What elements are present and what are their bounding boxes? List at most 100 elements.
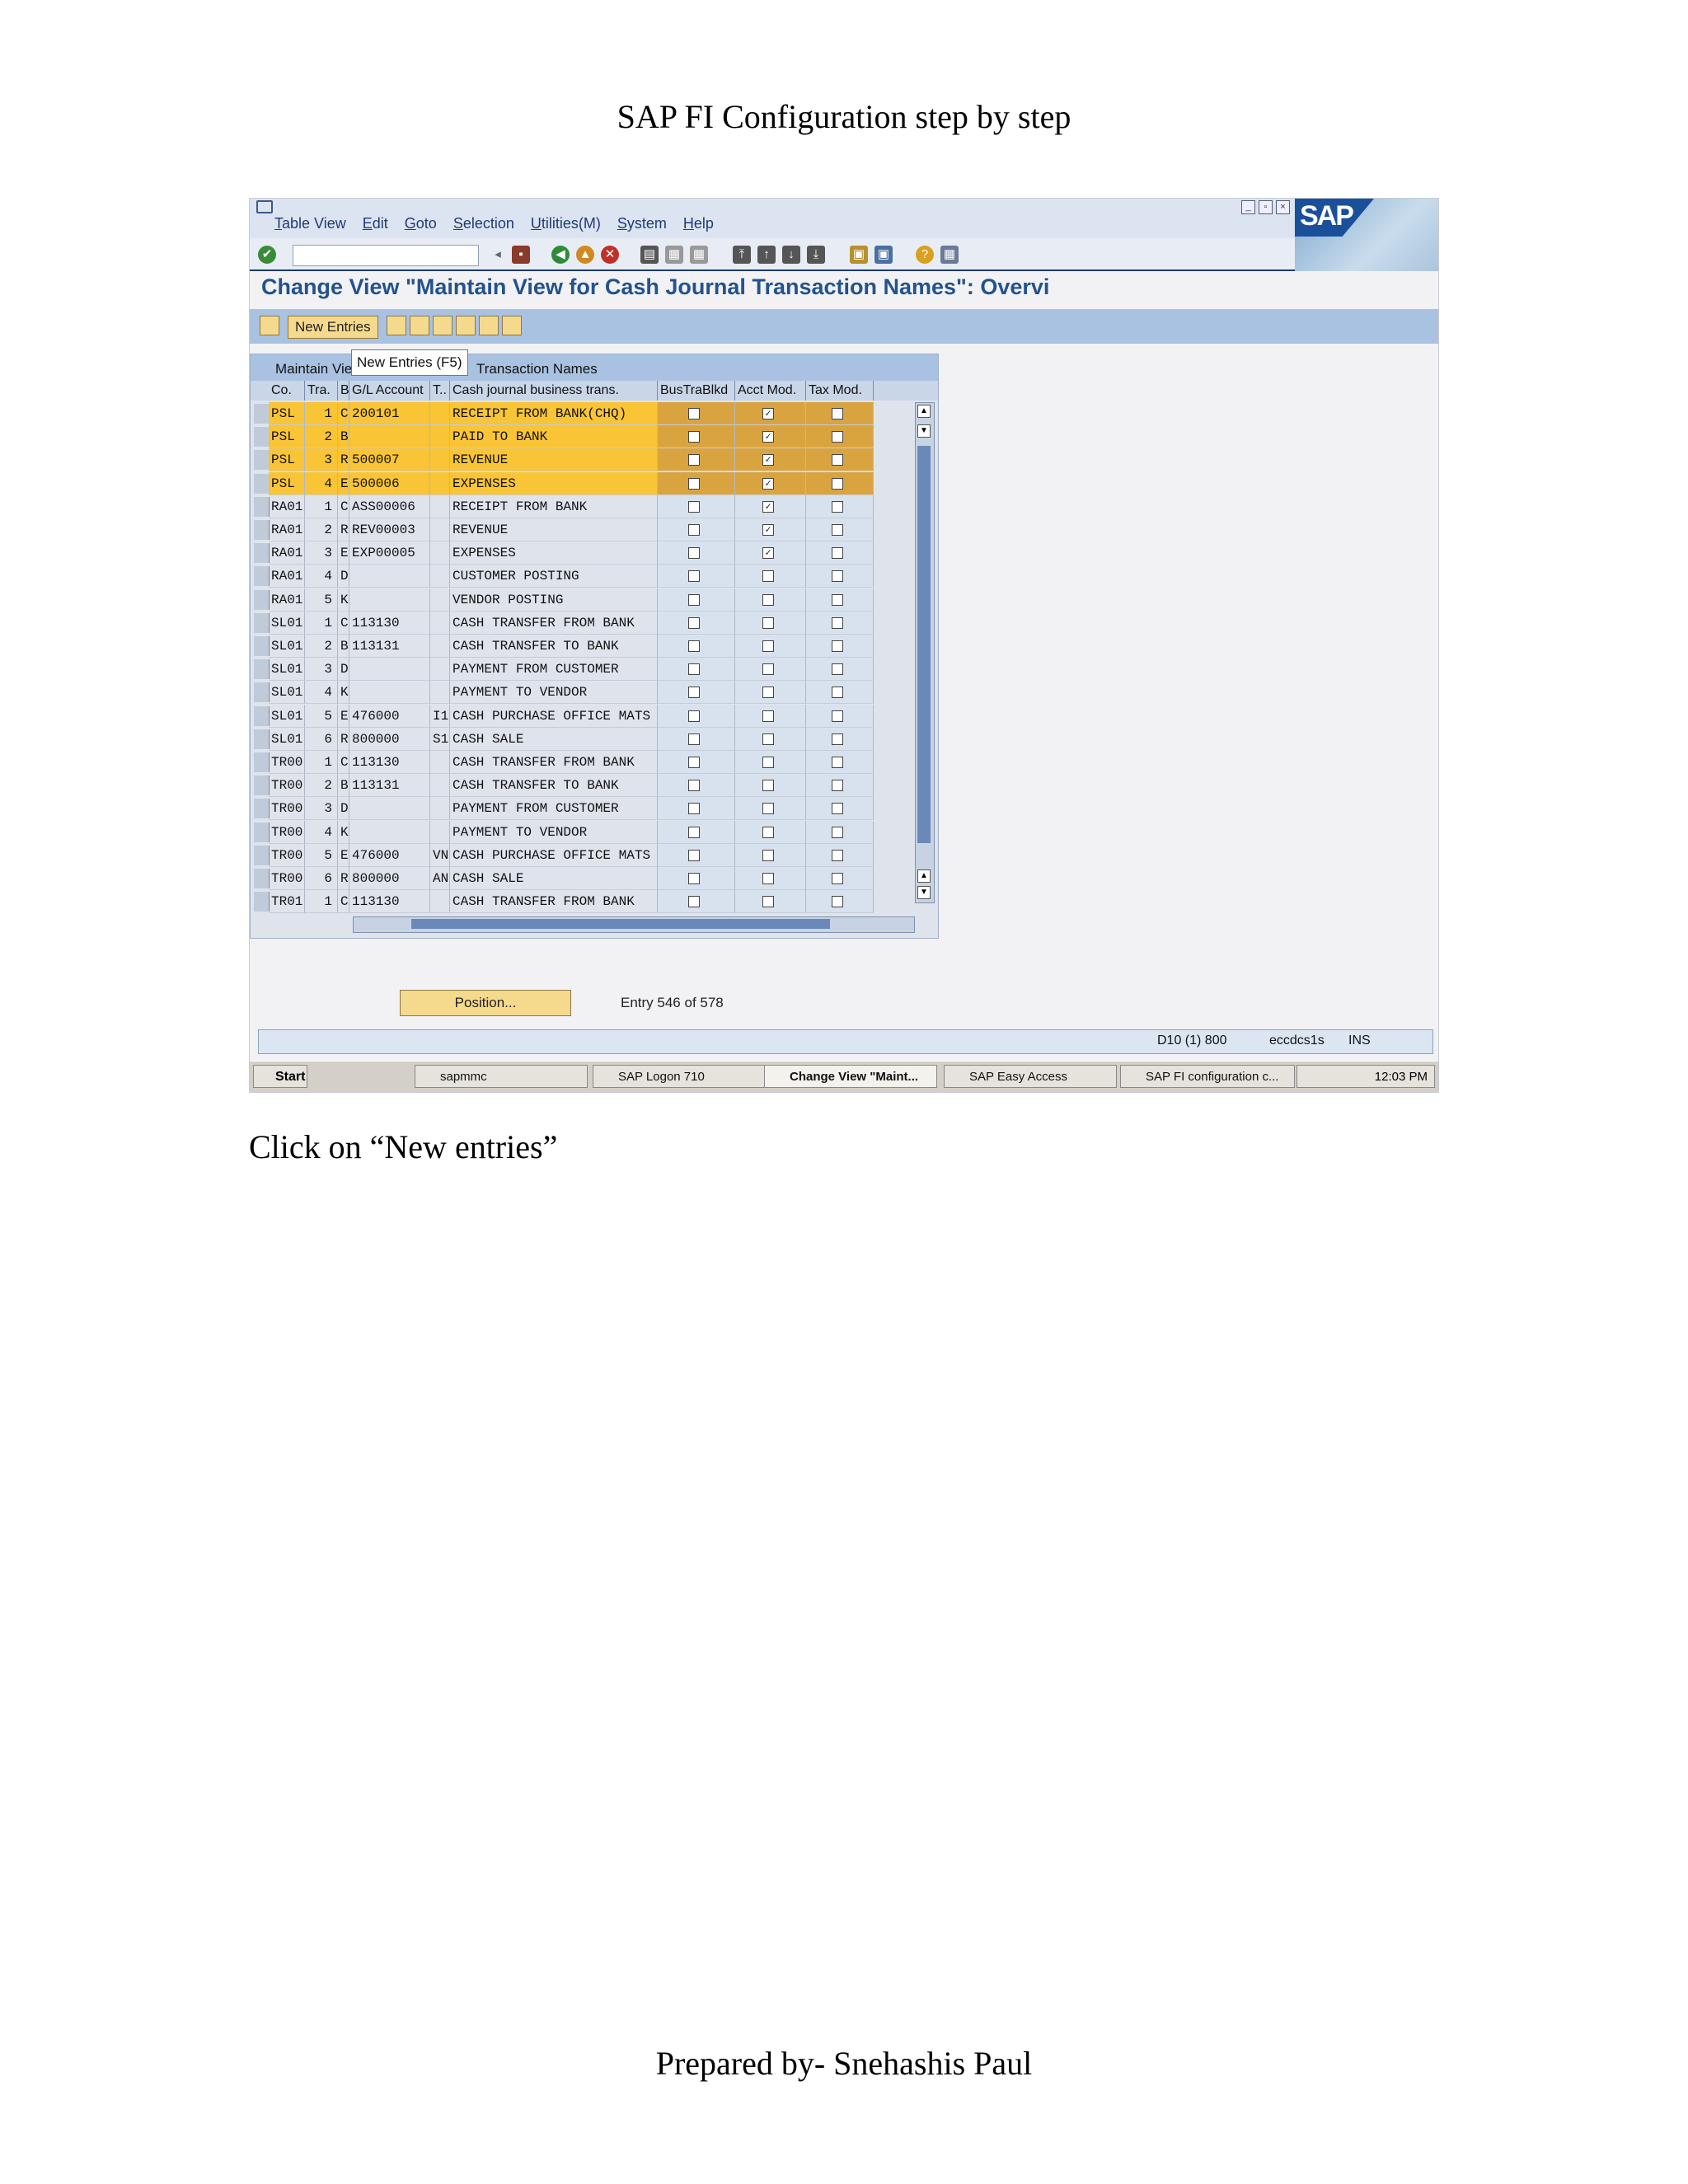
horizontal-scrollbar[interactable] (353, 916, 915, 933)
cell-t[interactable]: I1 (430, 704, 450, 728)
checkbox-blkd[interactable] (688, 873, 700, 884)
row-selector[interactable] (254, 705, 270, 726)
column-header[interactable]: B (338, 381, 349, 401)
exit-icon[interactable]: ▲ (576, 246, 594, 264)
cell-gl[interactable] (349, 588, 430, 612)
checkbox-acct[interactable] (762, 826, 774, 838)
checkbox-acct[interactable] (762, 593, 774, 606)
checkbox-acct[interactable] (762, 663, 774, 676)
cell-b[interactable]: R (338, 448, 349, 472)
checkbox-tax[interactable] (832, 687, 843, 699)
checkbox-acct[interactable] (762, 710, 774, 722)
checkbox-acct[interactable]: ✓ (762, 431, 774, 443)
checkbox-acct[interactable]: ✓ (762, 454, 774, 466)
menu-item-selection[interactable]: Selection (453, 215, 514, 232)
cell-gl[interactable] (349, 658, 430, 682)
cell-b[interactable]: R (338, 518, 349, 541)
cell-gl[interactable] (349, 820, 430, 844)
cell-gl[interactable] (349, 797, 430, 821)
checkbox-tax[interactable] (832, 547, 843, 560)
cell-t[interactable] (430, 448, 450, 472)
next-page-icon[interactable]: ↓ (782, 246, 800, 264)
checkbox-blkd[interactable] (688, 477, 700, 490)
cell-gl[interactable]: REV00003 (349, 518, 430, 541)
checkbox-blkd[interactable] (688, 524, 700, 536)
checkbox-tax[interactable] (832, 710, 843, 722)
scroll-up-icon[interactable]: ▲ (917, 405, 931, 418)
help-icon[interactable]: ? (916, 246, 934, 264)
cell-name[interactable]: CASH SALE (450, 727, 658, 751)
row-selector[interactable] (254, 845, 270, 865)
restore-icon[interactable]: ▫ (1259, 200, 1273, 214)
cell-b[interactable]: B (338, 425, 349, 449)
column-header[interactable]: T.. (430, 381, 450, 401)
cell-b[interactable]: D (338, 565, 349, 588)
checkbox-blkd[interactable] (688, 826, 700, 838)
cancel-icon[interactable]: ✕ (601, 246, 619, 264)
checkbox-blkd[interactable] (688, 408, 700, 419)
cell-t[interactable] (430, 890, 450, 914)
checkbox-blkd[interactable] (688, 803, 700, 815)
checkbox-tax[interactable] (832, 593, 843, 606)
delete-icon[interactable] (410, 316, 429, 335)
cell-t[interactable] (430, 774, 450, 798)
cell-t[interactable] (430, 751, 450, 774)
checkbox-acct[interactable] (762, 803, 774, 815)
row-selector[interactable] (254, 450, 270, 471)
column-header[interactable]: G/L Account (349, 381, 430, 401)
cell-name[interactable]: CASH TRANSFER TO BANK (450, 774, 658, 798)
checkbox-acct[interactable] (762, 687, 774, 699)
cell-b[interactable]: R (338, 867, 349, 890)
cell-gl[interactable]: 800000 (349, 867, 430, 890)
display-change-icon[interactable] (260, 316, 279, 335)
cell-gl[interactable]: 113130 (349, 611, 430, 635)
checkbox-acct[interactable]: ✓ (762, 500, 774, 513)
row-selector[interactable] (254, 543, 270, 564)
checkbox-acct[interactable]: ✓ (762, 524, 774, 536)
taskbar-item[interactable]: SAP FI configuration c... (1120, 1065, 1295, 1088)
checkbox-acct[interactable] (762, 873, 774, 884)
checkbox-tax[interactable] (832, 896, 843, 908)
cell-gl[interactable]: EXP00005 (349, 541, 430, 565)
cell-name[interactable]: RECEIPT FROM BANK(CHQ) (450, 402, 658, 425)
checkbox-tax[interactable] (832, 570, 843, 583)
command-history-icon[interactable]: ◂ (489, 246, 507, 264)
row-selector[interactable] (254, 473, 270, 494)
cell-t[interactable] (430, 565, 450, 588)
checkbox-blkd[interactable] (688, 710, 700, 722)
checkbox-acct[interactable] (762, 640, 774, 652)
row-selector[interactable] (254, 589, 270, 610)
cell-b[interactable]: E (338, 843, 349, 867)
row-selector[interactable] (254, 752, 270, 772)
checkbox-acct[interactable] (762, 896, 774, 908)
previous-page-icon[interactable]: ↑ (757, 246, 776, 264)
cell-b[interactable]: K (338, 588, 349, 612)
scroll-down-icon[interactable]: ▼ (917, 886, 931, 899)
column-header[interactable]: Tax Mod. (806, 381, 874, 401)
cell-name[interactable]: PAYMENT FROM CUSTOMER (450, 658, 658, 682)
row-selector[interactable] (254, 869, 270, 888)
cell-b[interactable]: E (338, 541, 349, 565)
cell-t[interactable] (430, 797, 450, 821)
menu-item-help[interactable]: Help (683, 215, 714, 232)
cell-b[interactable]: C (338, 890, 349, 914)
cell-t[interactable] (430, 658, 450, 682)
cell-name[interactable]: PAID TO BANK (450, 425, 658, 449)
checkbox-blkd[interactable] (688, 500, 700, 513)
checkbox-acct[interactable] (762, 780, 774, 792)
first-page-icon[interactable]: ⤒ (733, 246, 751, 264)
cell-gl[interactable] (349, 425, 430, 449)
checkbox-blkd[interactable] (688, 757, 700, 768)
cell-b[interactable]: K (338, 681, 349, 705)
cell-name[interactable]: CASH TRANSFER FROM BANK (450, 890, 658, 914)
checkbox-tax[interactable] (832, 757, 843, 768)
row-selector[interactable] (254, 822, 270, 842)
cell-name[interactable]: VENDOR POSTING (450, 588, 658, 612)
row-selector[interactable] (254, 729, 270, 749)
row-selector[interactable] (254, 892, 270, 912)
cell-b[interactable]: D (338, 797, 349, 821)
checkbox-tax[interactable] (832, 616, 843, 629)
cell-gl[interactable]: ASS00006 (349, 494, 430, 518)
new-entries-button[interactable]: New Entries (288, 316, 378, 339)
cell-gl[interactable]: 113131 (349, 635, 430, 658)
